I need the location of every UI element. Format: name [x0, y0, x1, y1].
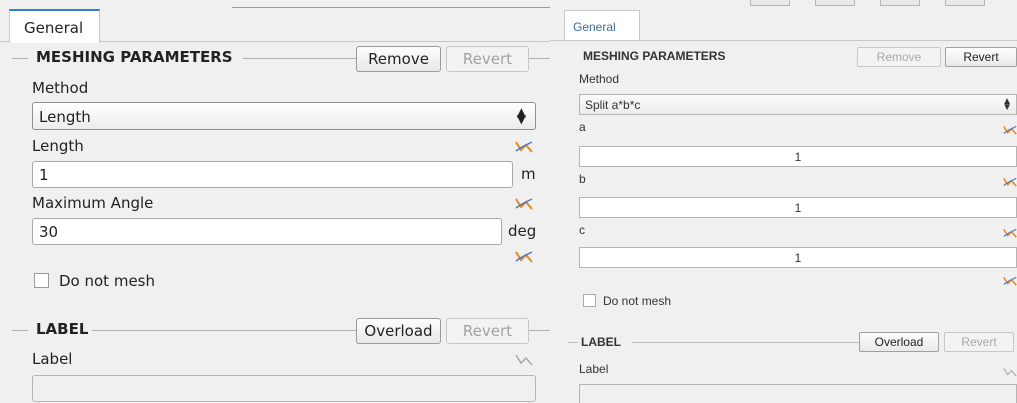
graph-icon: [1003, 368, 1017, 377]
method-select-value: Split a*b*c: [585, 98, 641, 112]
revert-button[interactable]: Revert: [945, 47, 1017, 67]
overload-button[interactable]: Overload: [356, 318, 441, 344]
tab-bar-divider: [550, 40, 1017, 41]
group-border-mid: [92, 330, 356, 331]
left-properties-panel: General MESHING PARAMETERS Remove Revert…: [0, 0, 550, 403]
tab-bar: General: [0, 0, 550, 43]
toolbar-fragment: [945, 0, 985, 6]
method-label: Method: [32, 79, 89, 97]
a-input[interactable]: 1: [579, 146, 1017, 167]
max-angle-unit: deg: [508, 222, 537, 240]
graph-icon[interactable]: [1003, 275, 1017, 286]
label-input[interactable]: [32, 375, 536, 402]
toolbar-fragment: [880, 0, 920, 6]
up-down-arrows-icon: ▲ ▼: [516, 105, 526, 126]
group-border-right: [529, 58, 550, 59]
b-label: b: [579, 172, 586, 186]
label-input[interactable]: [579, 384, 1017, 403]
graph-icon[interactable]: [1003, 176, 1017, 187]
toolbar-fragment: [815, 0, 855, 6]
group-border-left: [568, 342, 578, 343]
tab-general[interactable]: General: [9, 9, 100, 43]
revert-button[interactable]: Revert: [446, 318, 529, 344]
b-input[interactable]: 1: [579, 197, 1017, 218]
group-title-label: LABEL: [578, 335, 624, 349]
a-label: a: [579, 120, 586, 134]
length-label: Length: [32, 137, 84, 155]
right-properties-panel: General MESHING PARAMETERS Remove Revert…: [550, 0, 1017, 403]
graph-icon[interactable]: [515, 249, 533, 263]
group-title-meshing: MESHING PARAMETERS: [32, 48, 237, 66]
method-select[interactable]: Length ▲ ▼: [32, 102, 536, 130]
overload-button[interactable]: Overload: [859, 332, 939, 352]
graph-icon[interactable]: [515, 139, 533, 153]
group-border-mid: [632, 342, 859, 343]
graph-icon[interactable]: [515, 196, 533, 210]
do-not-mesh-checkbox[interactable]: [583, 294, 596, 307]
do-not-mesh-label: Do not mesh: [603, 294, 672, 308]
label-field-label: Label: [32, 350, 73, 368]
revert-button[interactable]: Revert: [944, 332, 1014, 352]
tab-general[interactable]: General: [564, 10, 640, 40]
group-title-meshing: MESHING PARAMETERS: [580, 49, 729, 63]
tab-bar-divider: [232, 7, 550, 8]
group-border-left: [12, 58, 28, 59]
group-border-left: [12, 330, 28, 331]
graph-icon: [515, 354, 533, 366]
max-angle-label: Maximum Angle: [32, 194, 154, 212]
length-input[interactable]: 1: [32, 161, 513, 188]
label-field-label: Label: [579, 362, 609, 376]
method-select-value: Length: [39, 108, 91, 126]
group-title-label: LABEL: [32, 320, 93, 338]
group-border-right: [529, 330, 550, 331]
length-unit: m: [521, 165, 536, 183]
c-input[interactable]: 1: [579, 247, 1017, 268]
method-label: Method: [579, 72, 620, 86]
graph-icon[interactable]: [1003, 124, 1017, 135]
toolbar-fragment: [750, 0, 790, 6]
remove-button[interactable]: Remove: [857, 47, 941, 67]
c-label: c: [579, 223, 585, 237]
remove-button[interactable]: Remove: [356, 46, 441, 72]
do-not-mesh-label: Do not mesh: [59, 272, 155, 290]
group-border-mid: [243, 58, 356, 59]
method-select[interactable]: Split a*b*c ▲ ▼: [579, 94, 1017, 115]
do-not-mesh-checkbox[interactable]: [34, 273, 49, 288]
graph-icon[interactable]: [1003, 227, 1017, 238]
max-angle-input[interactable]: 30: [32, 218, 502, 245]
up-down-arrows-icon: ▲ ▼: [1002, 96, 1012, 113]
revert-button[interactable]: Revert: [446, 46, 529, 72]
